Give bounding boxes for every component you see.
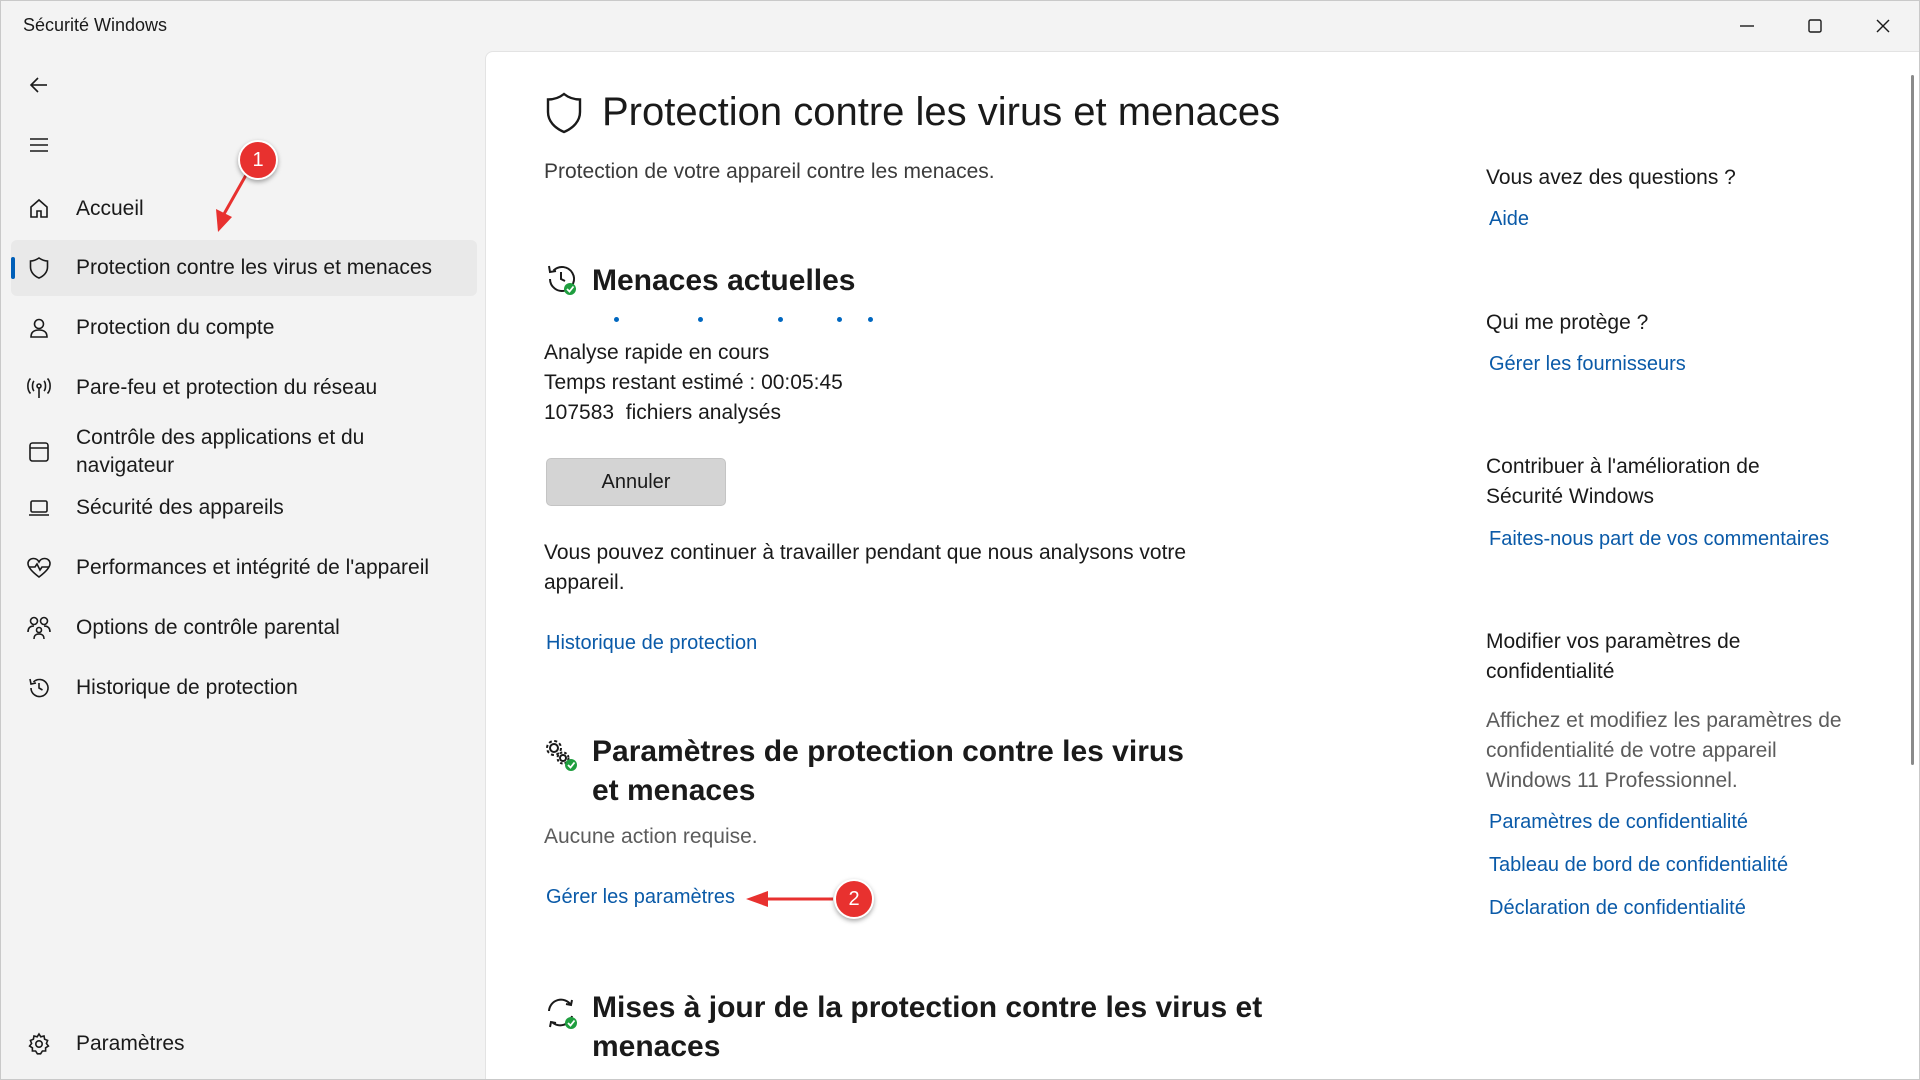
scan-info-text: Vous pouvez continuer à travailler penda… [544,541,1187,594]
close-button[interactable] [1849,1,1917,51]
sidebar: Accueil Protection contre les virus et m… [1,51,486,1079]
shield-icon [546,91,582,133]
sidebar-item-label: Protection du compte [76,316,275,339]
sidebar-item-label: Sécurité des appareils [76,496,284,519]
updates-heading: Mises à jour de la protection contre les… [592,991,1263,1063]
sidebar-item-settings[interactable]: Paramètres [11,1016,477,1072]
page-title: Protection contre les virus et menaces [602,90,1281,134]
vertical-scrollbar[interactable] [1911,75,1914,765]
sidebar-item-home[interactable]: Accueil [11,181,477,237]
sidebar-item-label: Historique de protection [76,676,298,699]
privacy-statement-link[interactable]: Déclaration de confidentialité [1489,897,1746,920]
annotation-badge-2: 2 [834,879,874,919]
gear-icon [26,1031,52,1057]
page-header: Protection contre les virus et menaces [544,90,1280,135]
minimize-button[interactable] [1713,1,1781,51]
help-link[interactable]: Aide [1489,208,1529,231]
sidebar-item-label: Performances et intégrité de l'appareil [76,556,430,579]
hamburger-menu-icon [30,138,48,152]
app-window: Sécurité Windows Accueil Protection cont… [0,0,1920,1080]
sidebar-item-virus-protection[interactable]: Protection contre les virus et menaces [11,240,477,296]
who-protects-heading: Qui me protège ? [1486,311,1649,334]
sidebar-item-device-security[interactable]: Sécurité des appareils [11,480,477,536]
minimize-icon [1740,25,1754,27]
main-content: Protection contre les virus et menaces P… [485,51,1919,1079]
sidebar-item-label: Pare-feu et protection du réseau [76,376,378,399]
progress-dot [868,317,873,322]
title-bar: Sécurité Windows [1,1,1919,51]
privacy-settings-link[interactable]: Paramètres de confidentialité [1489,811,1748,834]
network-antenna-icon [26,375,52,401]
browser-window-icon [26,439,52,465]
questions-heading: Vous avez des questions ? [1486,166,1736,189]
cancel-scan-button[interactable]: Annuler [546,458,726,506]
annotation-badge-1: 1 [238,140,278,180]
privacy-dashboard-link[interactable]: Tableau de bord de confidentialité [1489,854,1788,877]
active-indicator [11,257,15,279]
sidebar-item-protection-history[interactable]: Historique de protection [11,660,477,716]
back-button[interactable] [23,69,55,101]
maximize-button[interactable] [1781,1,1849,51]
back-arrow-icon [29,77,47,93]
page-subtitle: Protection de votre appareil contre les … [544,160,995,183]
protection-settings-status: Aucune action requise. [544,825,758,848]
sidebar-item-label: Options de contrôle parental [76,616,340,639]
time-remaining: Temps restant estimé : 00:05:45 [544,371,843,394]
shield-icon [26,255,52,281]
sidebar-item-app-browser-control[interactable]: Contrôle des applications et du navigate… [11,419,477,485]
progress-dot [698,317,703,322]
sidebar-item-account-protection[interactable]: Protection du compte [11,300,477,356]
person-icon [26,315,52,341]
progress-dot [778,317,783,322]
gears-check-icon [546,740,577,771]
current-threats-heading: Menaces actuelles [592,264,856,297]
scan-status: Analyse rapide en cours [544,341,770,364]
protection-history-link[interactable]: Historique de protection [546,632,757,655]
privacy-description: Affichez et modifiez les paramètres de c… [1486,709,1842,792]
laptop-icon [26,495,52,521]
sidebar-item-family-options[interactable]: Options de contrôle parental [11,600,477,656]
contribute-heading: Contribuer à l'amélioration de Sécurité … [1486,455,1760,508]
sidebar-item-label: Paramètres [76,1032,185,1055]
sidebar-item-label: Accueil [76,197,144,220]
family-icon [26,615,52,641]
window-title: Sécurité Windows [23,15,168,35]
history-icon [26,675,52,701]
menu-button[interactable] [23,129,55,161]
files-scanned: 107583 fichiers analysés [544,401,781,424]
home-icon [26,196,52,222]
heart-pulse-icon [26,555,52,581]
close-icon [1876,19,1890,33]
manage-providers-link[interactable]: Gérer les fournisseurs [1489,353,1686,376]
maximize-icon [1808,19,1822,33]
sidebar-item-label: Protection contre les virus et menaces [76,256,432,279]
feedback-link[interactable]: Faites-nous part de vos commentaires [1489,528,1829,551]
protection-settings-heading: Paramètres de protection contre les viru… [592,735,1184,807]
privacy-heading: Modifier vos paramètres de confidentiali… [1486,630,1741,683]
scan-clock-icon [548,265,576,295]
sidebar-item-label: Contrôle des applications et du navigate… [76,426,365,477]
manage-settings-link[interactable]: Gérer les paramètres [546,886,735,909]
refresh-check-icon [548,998,577,1029]
sidebar-item-firewall[interactable]: Pare-feu et protection du réseau [11,360,477,416]
sidebar-item-device-performance[interactable]: Performances et intégrité de l'appareil [11,540,477,596]
progress-dot [614,317,619,322]
progress-dot [837,317,842,322]
